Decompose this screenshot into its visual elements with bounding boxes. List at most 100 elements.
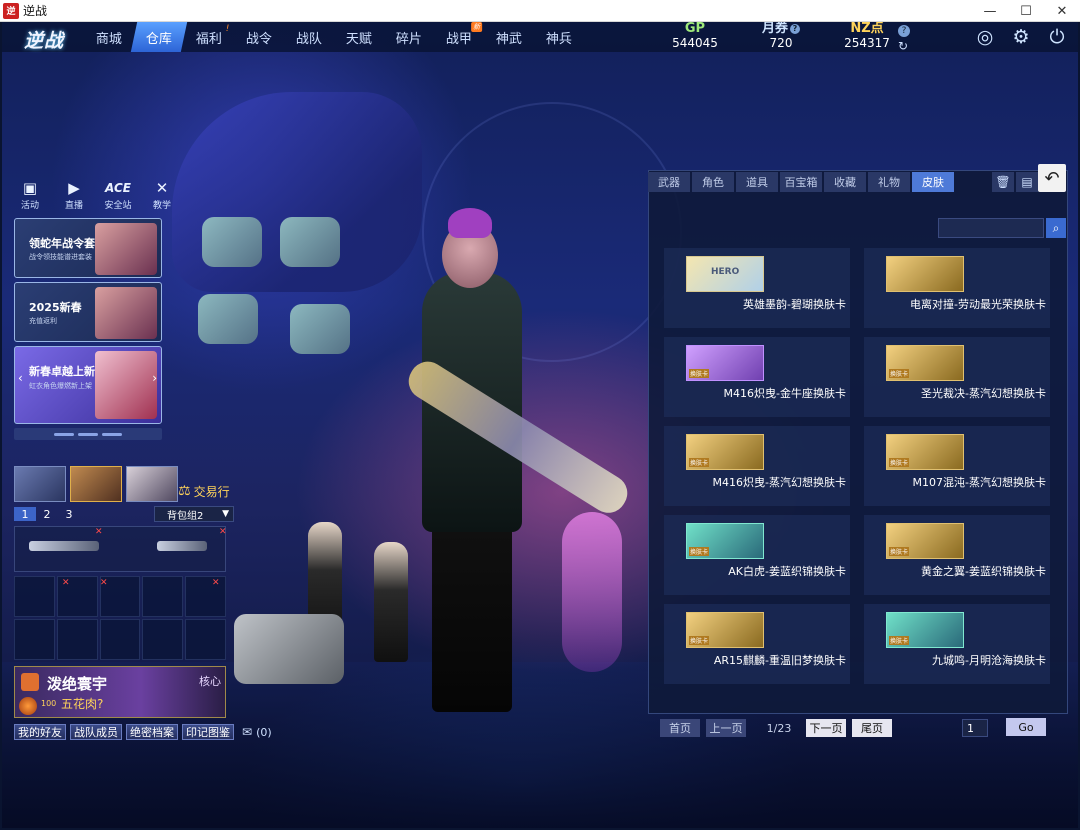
search-input[interactable] [938, 218, 1044, 238]
item-slot[interactable] [99, 619, 141, 660]
player-namecard[interactable]: 泼绝寰宇 核心 100 五花肉? [14, 666, 226, 718]
trade-button[interactable]: ⚖ 交易行 [178, 480, 248, 502]
minimize-button[interactable]: — [972, 0, 1008, 22]
inventory-tab-0[interactable]: 武器 [648, 172, 690, 192]
app-logo-icon: 逆 [3, 2, 19, 19]
team-members-button[interactable]: 战队成员 [70, 724, 122, 740]
skin-card[interactable]: HERO 英雄墨韵-碧瑚换肤卡 [664, 248, 850, 328]
inventory-tab-6[interactable]: 皮肤 [912, 172, 954, 192]
inventory-tab-2[interactable]: 道具 [736, 172, 778, 192]
side-item-activity[interactable]: ▣ 活动 [14, 178, 46, 211]
tab-7[interactable]: 战甲新 [431, 22, 487, 52]
remove-icon[interactable]: ✕ [212, 578, 220, 588]
skin-card[interactable]: 换肤卡 M416炽曳-蒸汽幻想换肤卡 [664, 426, 850, 506]
chevron-right-icon[interactable]: › [152, 371, 157, 385]
skin-thumbnail: 换肤卡 [886, 345, 964, 381]
next-page-button[interactable]: 下一页 [806, 719, 846, 737]
power-icon[interactable]: ⏻ [1044, 24, 1070, 50]
side-item-ace[interactable]: ACE 安全站 [102, 178, 134, 211]
item-slot[interactable] [142, 576, 184, 617]
skin-card[interactable]: 换肤卡 AK白虎-姜蓝织锦换肤卡 [664, 515, 850, 595]
chevron-left-icon[interactable]: ‹ [18, 371, 23, 385]
item-slot[interactable] [142, 619, 184, 660]
tab-1[interactable]: 仓库 [130, 22, 188, 52]
tab-5[interactable]: 天赋 [331, 22, 387, 52]
promo-title: 新春卓越上新 [29, 365, 95, 378]
item-slot[interactable] [14, 619, 55, 660]
remove-icon[interactable]: ✕ [62, 578, 70, 588]
first-page-button[interactable]: 首页 [660, 719, 700, 737]
rank-icon [21, 673, 39, 691]
go-button[interactable]: Go [1006, 718, 1046, 736]
tab-2[interactable]: 福利! [181, 22, 237, 52]
bag-select[interactable]: 背包组2 ▼ [154, 506, 234, 522]
inventory-tabs: 武器 角色 道具 百宝箱 收藏 礼物 皮肤 [648, 172, 954, 192]
tab-8[interactable]: 神武 [481, 22, 537, 52]
mail-icon[interactable]: ✉ [242, 725, 252, 739]
loadout-tab-3[interactable]: 3 [58, 507, 80, 521]
pink-flame-effect [562, 512, 622, 672]
skin-card[interactable]: 换肤卡 AR15麒麟-重温旧梦换肤卡 [664, 604, 850, 684]
last-page-button[interactable]: 尾页 [852, 719, 892, 737]
help-icon[interactable]: ? [898, 25, 910, 37]
skin-card[interactable]: 换肤卡 M107混沌-蒸汽幻想换肤卡 [864, 426, 1050, 506]
remove-icon[interactable]: ✕ [219, 527, 227, 537]
prev-page-button[interactable]: 上一页 [706, 719, 746, 737]
display-icon[interactable]: ▤ [1016, 172, 1038, 192]
skin-card[interactable]: 换肤卡 黄金之翼-姜蓝织锦换肤卡 [864, 515, 1050, 595]
friends-button[interactable]: 我的好友 [14, 724, 66, 740]
tab-9[interactable]: 神兵 [531, 22, 587, 52]
remove-icon[interactable]: ✕ [100, 578, 108, 588]
maximize-button[interactable]: ☐ [1008, 0, 1044, 22]
skin-card[interactable]: 换肤卡 圣光裁决-蒸汽幻想换肤卡 [864, 337, 1050, 417]
item-slot[interactable] [56, 619, 98, 660]
character-slot[interactable] [70, 466, 122, 502]
back-button[interactable]: ↶ [1038, 164, 1066, 192]
tab-4[interactable]: 战队 [281, 22, 337, 52]
weapon-item[interactable] [157, 541, 207, 551]
tab-0[interactable]: 商城 [81, 22, 137, 52]
inventory-tab-5[interactable]: 礼物 [868, 172, 910, 192]
secret-files-button[interactable]: 绝密档案 [126, 724, 178, 740]
loadout-tabs: 1 2 3 背包组2 ▼ [14, 506, 234, 522]
search-icon[interactable]: ⌕ [1046, 218, 1066, 238]
side-item-label: 安全站 [104, 201, 132, 211]
skin-card[interactable]: 换肤卡 九城鸣-月明沧海换肤卡 [864, 604, 1050, 684]
help-icon[interactable]: ? [790, 23, 800, 34]
carousel-pager[interactable] [14, 428, 162, 440]
inventory-tab-3[interactable]: 百宝箱 [780, 172, 822, 192]
refresh-icon[interactable]: ↻ [898, 39, 908, 53]
thumb-tag: 换肤卡 [689, 636, 710, 645]
goto-page-input[interactable]: 1 [962, 719, 988, 737]
promo-banner[interactable]: 领蛇年战令套装 战令领技能谱进套装 [14, 218, 162, 278]
promo-carousel[interactable]: ‹ 新春卓越上新 虹衣角色爆燃新上架 › [14, 346, 162, 424]
loadout-tab-2[interactable]: 2 [36, 507, 58, 521]
wing-drone [198, 294, 258, 344]
trash-icon[interactable]: 🗑 [992, 172, 1014, 192]
character-slot[interactable] [126, 466, 178, 502]
gear-icon[interactable]: ⚙ [1008, 24, 1034, 50]
remove-icon[interactable]: ✕ [95, 527, 103, 537]
loadout-tab-1[interactable]: 1 [14, 507, 36, 521]
inventory-tab-1[interactable]: 角色 [692, 172, 734, 192]
mark-gallery-button[interactable]: 印记图鉴 [182, 724, 234, 740]
item-slot[interactable] [185, 576, 226, 617]
side-item-live[interactable]: ▶ 直播 [58, 178, 90, 211]
tab-6[interactable]: 碎片 [381, 22, 437, 52]
side-shortcuts: ▣ 活动 ▶ 直播 ACE 安全站 ✕ 教学 [14, 178, 178, 211]
tab-label: 福利 [195, 31, 222, 47]
promo-banner[interactable]: 2025新春 充值返利 [14, 282, 162, 342]
inventory-tab-4[interactable]: 收藏 [824, 172, 866, 192]
tab-3[interactable]: 战令 [231, 22, 287, 52]
close-button[interactable]: ✕ [1044, 0, 1080, 22]
skin-card[interactable]: 换肤卡 M416炽曳-金牛座换肤卡 [664, 337, 850, 417]
side-item-teach[interactable]: ✕ 教学 [146, 178, 178, 211]
item-slot[interactable] [185, 619, 226, 660]
weapon-item[interactable] [29, 541, 99, 551]
character-crown [448, 208, 492, 238]
skin-card[interactable]: 电离对撞-劳动最光荣换肤卡 [864, 248, 1050, 328]
game-icon[interactable]: ◎ [972, 24, 998, 50]
item-slot[interactable] [14, 576, 55, 617]
character-slot[interactable] [14, 466, 66, 502]
side-item-label: 教学 [152, 201, 171, 211]
